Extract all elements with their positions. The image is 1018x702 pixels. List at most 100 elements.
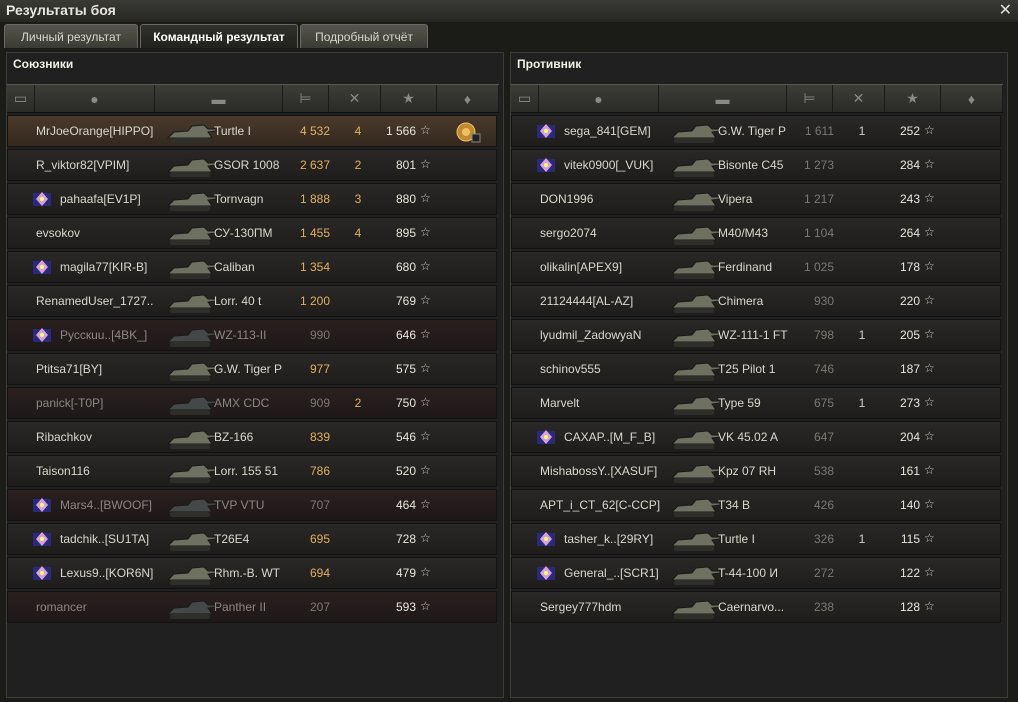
player-name[interactable]: DON1996	[540, 192, 593, 206]
frags-value: 3	[354, 192, 362, 206]
star-icon: ☆	[420, 191, 431, 205]
enemy-row[interactable]: lyudmil_ZadowyaN WZ-111-1 FT 798 1 205 ☆	[511, 319, 1001, 351]
enemies-sort-tank-icon[interactable]: ▬	[659, 85, 787, 112]
enemy-row[interactable]: Sergey777hdm Caernarvo... 238 128 ☆	[511, 591, 1001, 623]
allies-sort-player-icon[interactable]: ●	[35, 85, 155, 112]
tab-team-result[interactable]: Командный результат	[140, 24, 298, 48]
player-name[interactable]: RenamedUser_1727..	[36, 294, 153, 308]
ally-row[interactable]: romancer Panther II 207 593 ☆	[7, 591, 497, 623]
allies-sort-damage-icon[interactable]: ⊨	[283, 85, 329, 112]
player-name[interactable]: Pусскuu..[4BK_]	[60, 328, 147, 342]
clan-badge-icon	[536, 157, 556, 174]
damage-value: 1 273	[803, 158, 834, 172]
player-name[interactable]: tasher_k..[29RY]	[564, 532, 653, 546]
player-name[interactable]: lyudmil_ZadowyaN	[540, 328, 641, 342]
player-name[interactable]: Sergey777hdm	[540, 600, 621, 614]
enemy-row[interactable]: MishabossY..[XASUF] Kpz 07 RH 538 161 ☆	[511, 455, 1001, 487]
player-name[interactable]: sega_841[GEM]	[564, 124, 651, 138]
ally-row[interactable]: Mars4..[BWOOF] TVP VTU 707 464 ☆	[7, 489, 497, 521]
player-name[interactable]: Marvelt	[540, 396, 579, 410]
player-name[interactable]: pahaafa[EV1P]	[60, 192, 141, 206]
allies-title: Союзники	[13, 57, 74, 71]
enemies-sort-medal-icon[interactable]: ♦	[941, 85, 1003, 112]
player-name[interactable]: panick[-T0P]	[36, 396, 103, 410]
star-icon: ☆	[420, 599, 431, 613]
xp-value: 769	[395, 294, 416, 308]
close-icon[interactable]: ✕	[999, 0, 1012, 20]
player-name[interactable]: R_viktor82[VPIM]	[36, 158, 129, 172]
enemy-row[interactable]: CAXAP..[M_F_B] VK 45.02 A 647 204 ☆	[511, 421, 1001, 453]
damage-icon: ⊨	[803, 90, 816, 106]
ally-row[interactable]: Taison116 Lorr. 155 51 786 520 ☆	[7, 455, 497, 487]
tank-icon: ▬	[715, 90, 730, 107]
enemy-row[interactable]: sega_841[GEM] G.W. Tiger P 1 611 1 252 ☆	[511, 115, 1001, 147]
enemy-row[interactable]: Marvelt Type 59 675 1 273 ☆	[511, 387, 1001, 419]
ally-row[interactable]: Ribachkov BZ-166 839 546 ☆	[7, 421, 497, 453]
enemies-sort-player-icon[interactable]: ●	[539, 85, 659, 112]
player-name[interactable]: MrJoeOrange[HIPPO]	[36, 124, 153, 138]
ally-row[interactable]: Ptitsa71[BY] G.W. Tiger P 977 575 ☆	[7, 353, 497, 385]
player-name[interactable]: Lexus9..[KOR6N]	[60, 566, 153, 580]
player-name[interactable]: APT_i_CT_62[C-CCP]	[540, 498, 660, 512]
player-name[interactable]: evsokov	[36, 226, 80, 240]
enemies-sort-platoon-icon[interactable]: ▭	[511, 85, 539, 112]
player-name[interactable]: 21124444[AL-AZ]	[540, 294, 633, 308]
enemy-row[interactable]: sergo2074 M40/M43 1 104 264 ☆	[511, 217, 1001, 249]
ally-row[interactable]: evsokov СУ-130ПМ 1 455 4 895 ☆	[7, 217, 497, 249]
enemy-row[interactable]: General_..[SCR1] T-44-100 И 272 122 ☆	[511, 557, 1001, 589]
tab-detailed-report[interactable]: Подробный отчёт	[300, 24, 428, 48]
ally-row[interactable]: pahaafa[EV1P] Tornvagn 1 888 3 880 ☆	[7, 183, 497, 215]
enemy-row[interactable]: schinov555 T25 Pilot 1 746 187 ☆	[511, 353, 1001, 385]
ally-row[interactable]: Pусскuu..[4BK_] WZ-113-II 990 646 ☆	[7, 319, 497, 351]
player-name[interactable]: MishabossY..[XASUF]	[540, 464, 657, 478]
enemy-row[interactable]: olikalin[APEX9] Ferdinand 1 025 178 ☆	[511, 251, 1001, 283]
ally-row[interactable]: magila77[KIR-B] Caliban 1 354 680 ☆	[7, 251, 497, 283]
frags-value: 1	[858, 396, 866, 410]
ally-row[interactable]: Lexus9..[KOR6N] Rhm.-B. WT 694 479 ☆	[7, 557, 497, 589]
allies-sort-xp-icon[interactable]: ★	[381, 85, 437, 112]
ally-row[interactable]: RenamedUser_1727.. Lorr. 40 t 1 200 769 ☆	[7, 285, 497, 317]
allies-sort-tank-icon[interactable]: ▬	[155, 85, 283, 112]
vehicle-icon	[164, 390, 218, 418]
enemy-row[interactable]: 21124444[AL-AZ] Chimera 930 220 ☆	[511, 285, 1001, 317]
player-name[interactable]: tadchik..[SU1TA]	[60, 532, 149, 546]
player-name[interactable]: romancer	[36, 600, 87, 614]
ally-row[interactable]: MrJoeOrange[HIPPO] Turtle I 4 532 4 1 566 ☆	[7, 115, 497, 147]
ally-row[interactable]: tadchik..[SU1TA] T26E4 695 728 ☆	[7, 523, 497, 555]
allies-sort-platoon-icon[interactable]: ▭	[7, 85, 35, 112]
ally-row[interactable]: R_viktor82[VPIM] GSOR 1008 2 637 2 801 ☆	[7, 149, 497, 181]
player-name[interactable]: CAXAP..[M_F_B]	[564, 430, 655, 444]
player-name[interactable]: sergo2074	[540, 226, 597, 240]
window-title: Результаты боя	[6, 2, 116, 18]
player-name[interactable]: Taison116	[36, 464, 90, 478]
enemy-row[interactable]: vitek0900[_VUK] Bisonte C45 1 273 284 ☆	[511, 149, 1001, 181]
tab-personal-result[interactable]: Личный результат	[4, 24, 138, 48]
medal-icon[interactable]	[454, 120, 482, 144]
player-name[interactable]: olikalin[APEX9]	[540, 260, 622, 274]
player-name[interactable]: Ptitsa71[BY]	[36, 362, 102, 376]
vehicle-name: Bisonte C45	[718, 158, 784, 172]
player-name[interactable]: magila77[KIR-B]	[60, 260, 147, 274]
enemy-row[interactable]: DON1996 Vipera 1 217 243 ☆	[511, 183, 1001, 215]
star-icon: ☆	[924, 327, 935, 341]
damage-value: 839	[309, 430, 330, 444]
enemy-row[interactable]: tasher_k..[29RY] Turtle I 326 1 115 ☆	[511, 523, 1001, 555]
vehicle-icon	[164, 152, 218, 180]
player-name[interactable]: Ribachkov	[36, 430, 92, 444]
damage-value: 1 217	[803, 192, 834, 206]
allies-sort-frags-icon[interactable]: ✕	[329, 85, 381, 112]
enemies-sort-damage-icon[interactable]: ⊨	[787, 85, 833, 112]
ally-row[interactable]: panick[-T0P] AMX CDC 909 2 750 ☆	[7, 387, 497, 419]
enemies-sort-frags-icon[interactable]: ✕	[833, 85, 885, 112]
clan-badge-icon	[32, 327, 52, 344]
vehicle-name: M40/M43	[718, 226, 769, 240]
player-name[interactable]: Mars4..[BWOOF]	[60, 498, 152, 512]
allies-sort-medal-icon[interactable]: ♦	[437, 85, 499, 112]
enemy-row[interactable]: APT_i_CT_62[C-CCP] T34 B 426 140 ☆	[511, 489, 1001, 521]
player-name[interactable]: vitek0900[_VUK]	[564, 158, 653, 172]
player-name[interactable]: schinov555	[540, 362, 601, 376]
damage-value: 695	[309, 532, 330, 546]
player-name[interactable]: General_..[SCR1]	[564, 566, 659, 580]
vehicle-name: WZ-113-II	[214, 328, 267, 342]
enemies-sort-xp-icon[interactable]: ★	[885, 85, 941, 112]
